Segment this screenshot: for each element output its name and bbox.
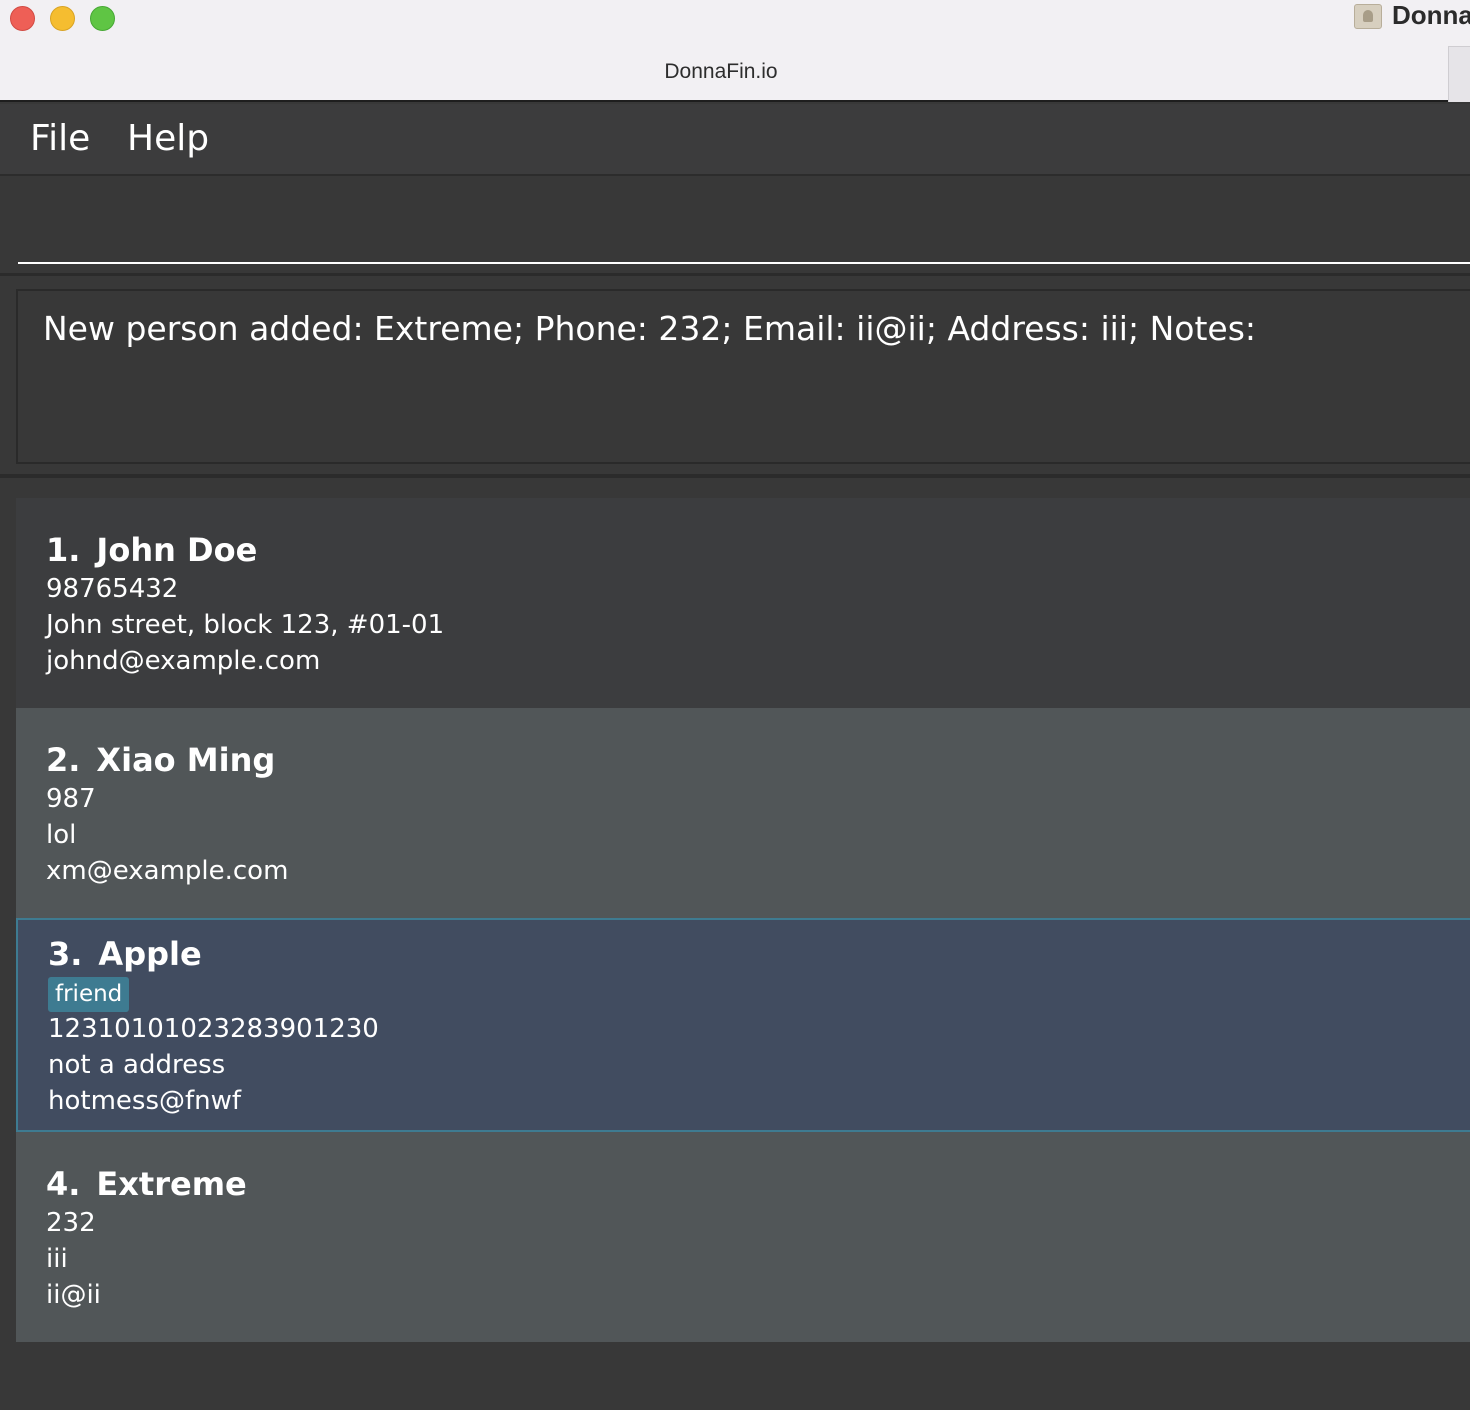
person-name: John Doe: [96, 531, 258, 569]
person-email: hotmess@fnwf: [48, 1086, 242, 1116]
menu-file[interactable]: File: [30, 118, 90, 159]
person-name-row: 3. Apple: [48, 935, 202, 973]
person-name-row: 2. Xiao Ming: [46, 741, 275, 779]
person-phone: 232: [46, 1208, 96, 1238]
app-label: Donna: [1392, 0, 1470, 30]
result-message: New person added: Extreme; Phone: 232; E…: [43, 309, 1257, 348]
person-phone: 1231010102328390123​0: [48, 1014, 379, 1044]
command-box: [0, 178, 1470, 276]
result-display: New person added: Extreme; Phone: 232; E…: [0, 280, 1470, 478]
person-list: 1. John Doe 98765432 John street, block 1…: [0, 482, 1470, 1410]
window-title: DonnaFin.io: [664, 60, 778, 83]
person-index: 1.: [46, 531, 81, 569]
menu-bar: File Help: [0, 104, 1470, 176]
person-name: Extreme: [96, 1165, 247, 1203]
person-address: iii: [46, 1244, 68, 1274]
person-address: lol: [46, 820, 77, 850]
person-name-row: 4. Extreme: [46, 1165, 247, 1203]
person-phone: 987: [46, 784, 96, 814]
person-email: johnd@example.com: [46, 646, 321, 676]
window-titlebar: Donna DonnaFin.io: [0, 0, 1470, 102]
window-edge-tab: [1448, 46, 1470, 102]
person-name: Xiao Ming: [96, 741, 276, 779]
command-input[interactable]: [18, 178, 1470, 264]
result-textbox[interactable]: New person added: Extreme; Phone: 232; E…: [16, 289, 1470, 464]
person-index: 2.: [46, 741, 81, 779]
person-address: not a address: [48, 1050, 226, 1080]
tag-badge: friend: [48, 977, 130, 1012]
person-card[interactable]: 4. Extreme 232 iii ii@ii: [16, 1132, 1470, 1342]
person-email: ii@ii: [46, 1280, 101, 1310]
person-phone: 98765432: [46, 574, 179, 604]
person-card[interactable]: 1. John Doe 98765432 John street, block 1…: [16, 498, 1470, 708]
contacts-app-icon: [1354, 4, 1382, 29]
person-name: Apple: [98, 935, 202, 973]
zoom-window-icon[interactable]: [90, 6, 115, 31]
person-card[interactable]: 2. Xiao Ming 987 lol xm@example.com: [16, 708, 1470, 918]
menu-help[interactable]: Help: [127, 118, 209, 159]
person-card-selected[interactable]: 3. Apple friend 1231010102328390123​0 not…: [16, 918, 1470, 1132]
person-address: John street, block 123, #01-01: [46, 610, 445, 640]
person-index: 4.: [46, 1165, 81, 1203]
person-email: xm@example.com: [46, 856, 289, 886]
minimize-window-icon[interactable]: [50, 6, 75, 31]
person-index: 3.: [48, 935, 83, 973]
close-window-icon[interactable]: [10, 6, 35, 31]
person-name-row: 1. John Doe: [46, 531, 257, 569]
